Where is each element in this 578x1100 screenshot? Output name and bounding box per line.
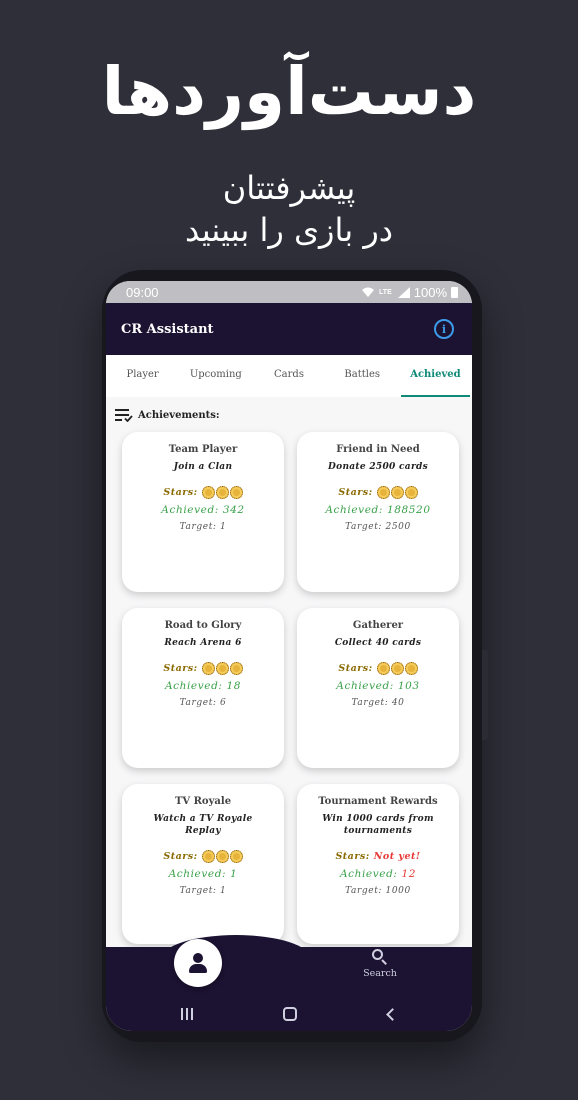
medal-icon [390, 485, 404, 499]
card-title: Gatherer [352, 620, 404, 631]
tab-achieved[interactable]: Achieved [399, 355, 472, 397]
card-stars: Stars: [122, 659, 284, 677]
wifi-icon [362, 287, 375, 297]
achievement-card[interactable]: Road to Glory Reach Arena 6 Stars: Achie… [122, 608, 284, 768]
medal-icon [376, 661, 390, 675]
medal-icon [404, 485, 418, 499]
info-icon[interactable]: i [434, 319, 454, 339]
phone-side-button [482, 650, 488, 740]
card-target: Target: 2500 [345, 522, 411, 532]
profile-button[interactable] [174, 939, 222, 987]
card-achieved: Achieved: 103 [336, 680, 420, 692]
card-achieved: Achieved: 342 [161, 504, 245, 516]
section-title: Achievements: [138, 409, 220, 421]
card-achieved: Achieved: 1 [168, 868, 238, 880]
card-stars: Stars: [297, 659, 459, 677]
battery-percent: 100% [413, 284, 447, 300]
tab-upcoming[interactable]: Upcoming [179, 355, 252, 397]
achievement-card[interactable]: TV Royale Watch a TV Royale Replay Stars… [122, 784, 284, 944]
network-type: LTE [379, 288, 392, 296]
card-description: Watch a TV Royale Replay [153, 814, 253, 836]
achievement-card[interactable]: Gatherer Collect 40 cards Stars: Achieve… [297, 608, 459, 768]
card-title: Team Player [168, 444, 238, 455]
promo-subline-2: در بازی را ببینید [184, 211, 394, 249]
tab-cards[interactable]: Cards [252, 355, 325, 397]
phone-screen: 09:00 LTE 100% CR Assistant i Player Upc… [106, 281, 472, 1031]
card-stars: Stars: [122, 847, 284, 865]
status-icons: LTE 100% [361, 285, 458, 300]
checklist-icon [115, 408, 133, 422]
app-title: CR Assistant [121, 321, 214, 337]
tab-battles[interactable]: Battles [326, 355, 399, 397]
tab-bar: Player Upcoming Cards Battles Achieved [106, 355, 472, 397]
card-title: Road to Glory [164, 620, 242, 631]
app-bar: CR Assistant i [106, 303, 472, 355]
achievement-card[interactable]: Team Player Join a Clan Stars: Achieved:… [122, 432, 284, 592]
achievement-card[interactable]: Friend in Need Donate 2500 cards Stars: … [297, 432, 459, 592]
person-icon [186, 951, 210, 975]
status-time: 09:00 [126, 284, 159, 300]
battery-icon [451, 286, 458, 298]
card-description: Collect 40 cards [334, 638, 422, 648]
signal-icon [397, 286, 410, 298]
promo-headline: دست‌آوردها [101, 53, 477, 130]
card-stars: Stars: [122, 483, 284, 501]
card-description: Win 1000 cards from tournaments [322, 814, 434, 836]
tab-player[interactable]: Player [106, 355, 179, 397]
card-description: Join a Clan [173, 462, 233, 472]
card-target: Target: 1 [179, 522, 227, 532]
card-description: Reach Arena 6 [164, 638, 242, 648]
card-description: Donate 2500 cards [328, 462, 428, 472]
medal-icon [376, 485, 390, 499]
medal-icon [215, 661, 229, 675]
status-bar: 09:00 LTE 100% [106, 281, 472, 303]
card-target: Target: 1000 [345, 886, 411, 896]
medal-icon [229, 849, 243, 863]
medal-icon [404, 661, 418, 675]
card-achieved: Achieved: 18 [164, 680, 242, 692]
card-target: Target: 40 [351, 698, 405, 708]
medal-icon [201, 661, 215, 675]
medal-icon [229, 661, 243, 675]
medal-icon [215, 849, 229, 863]
search-label: Search [363, 968, 397, 979]
not-yet-label: Not yet! [373, 850, 421, 862]
achievements-header: Achievements: [115, 405, 220, 425]
card-title: TV Royale [174, 796, 232, 807]
recent-apps-icon[interactable] [181, 1008, 194, 1020]
card-title: Friend in Need [336, 444, 420, 455]
card-target: Target: 6 [179, 698, 227, 708]
card-title: Tournament Rewards [318, 796, 438, 807]
search-icon [372, 949, 388, 965]
medal-icon [390, 661, 404, 675]
bottom-navigation [106, 935, 472, 997]
back-icon[interactable] [385, 1007, 399, 1021]
promo-subline-1: پیشرفتتان [222, 169, 356, 207]
medal-icon [201, 849, 215, 863]
home-icon[interactable] [283, 1007, 298, 1021]
system-navigation-bar [106, 997, 472, 1031]
achievement-card[interactable]: Tournament Rewards Win 1000 cards from t… [297, 784, 459, 944]
card-stars: Stars: [297, 483, 459, 501]
card-target: Target: 1 [179, 886, 227, 896]
search-nav-item[interactable]: Search [352, 949, 408, 979]
medal-icon [201, 485, 215, 499]
card-achieved: Achieved: 12 [339, 868, 417, 880]
card-stars: Stars: Not yet! [335, 850, 421, 862]
card-achieved: Achieved: 188520 [325, 504, 431, 516]
medal-icon [215, 485, 229, 499]
medal-icon [229, 485, 243, 499]
